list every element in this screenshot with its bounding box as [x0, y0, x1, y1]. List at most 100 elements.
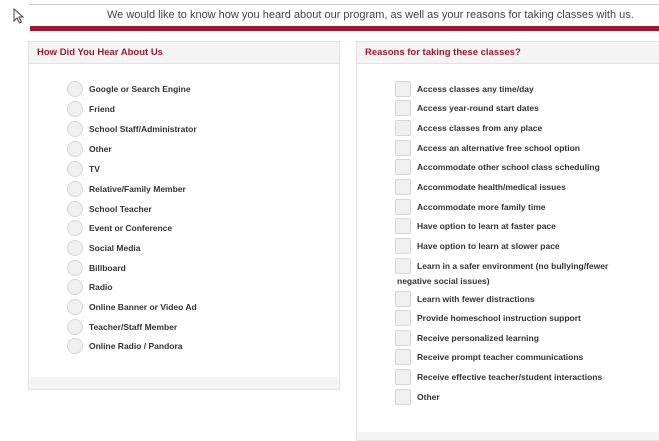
checkbox[interactable]: [395, 291, 411, 307]
radio-label: Relative/Family Member: [89, 184, 186, 194]
radio-button[interactable]: [67, 240, 83, 256]
radio-button[interactable]: [67, 260, 83, 276]
radio-option[interactable]: TV: [67, 160, 100, 178]
checkbox[interactable]: [395, 81, 411, 97]
radio-label: Social Media: [89, 243, 141, 253]
reasons-title: Reasons for taking these classes?: [357, 42, 659, 64]
radio-label: School Teacher: [89, 204, 152, 214]
radio-option[interactable]: Online Banner or Video Ad: [67, 298, 197, 316]
reasons-panel: Reasons for taking these classes? Access…: [356, 41, 659, 441]
checkbox-label: Accommodate other school class schedulin…: [417, 162, 600, 172]
checkbox-option[interactable]: Learn with fewer distractions: [395, 290, 535, 308]
radio-label: Other: [89, 144, 112, 154]
hear-about-us-footer: [29, 377, 339, 389]
checkbox-label: Receive effective teacher/student intera…: [417, 372, 603, 382]
checkbox-label: Have option to learn at faster pace: [417, 221, 556, 231]
checkbox-label: Access classes any time/day: [417, 84, 534, 94]
hear-about-us-panel: How Did You Hear About Us Google or Sear…: [28, 41, 340, 390]
checkbox[interactable]: [395, 140, 411, 156]
radio-label: TV: [89, 164, 100, 174]
checkbox-option[interactable]: Accommodate health/medical issues: [395, 178, 566, 196]
radio-option[interactable]: Event or Conference: [67, 219, 172, 237]
checkbox-option[interactable]: Receive personalized learning: [395, 329, 539, 347]
checkbox-option[interactable]: Accommodate more family time: [395, 198, 545, 216]
radio-option[interactable]: Social Media: [67, 239, 141, 257]
checkbox-label: Accommodate health/medical issues: [417, 182, 566, 192]
checkbox-option[interactable]: Provide homeschool instruction support: [395, 309, 581, 327]
radio-label: Billboard: [89, 263, 126, 273]
radio-option[interactable]: Friend: [67, 100, 115, 118]
radio-label: Event or Conference: [89, 223, 173, 233]
radio-button[interactable]: [67, 299, 83, 315]
radio-option[interactable]: School Teacher: [67, 200, 152, 218]
radio-option[interactable]: Radio: [67, 278, 113, 296]
reasons-body: Access classes any time/day Access year-…: [357, 64, 659, 434]
checkbox[interactable]: [395, 179, 411, 195]
checkbox-label: Other: [417, 392, 440, 402]
checkbox[interactable]: [395, 389, 411, 405]
radio-option[interactable]: Other: [67, 140, 112, 158]
radio-option[interactable]: Billboard: [67, 259, 126, 277]
radio-button[interactable]: [67, 220, 83, 236]
checkbox[interactable]: [395, 369, 411, 385]
radio-button[interactable]: [67, 201, 83, 217]
checkbox-label: Provide homeschool instruction support: [417, 313, 581, 323]
checkbox-option[interactable]: Receive prompt teacher communications: [395, 348, 583, 366]
checkbox-label: Accommodate more family time: [417, 202, 546, 212]
checkbox-label-continuation: negative social issues): [397, 276, 490, 286]
radio-button[interactable]: [67, 101, 83, 117]
mouse-cursor-icon: [13, 8, 25, 24]
checkbox[interactable]: [395, 218, 411, 234]
radio-label: Teacher/Staff Member: [89, 322, 178, 332]
radio-button[interactable]: [67, 161, 83, 177]
checkbox-option[interactable]: Accommodate other school class schedulin…: [395, 158, 600, 176]
checkbox-option[interactable]: Access classes from any place: [395, 119, 542, 137]
checkbox[interactable]: [395, 330, 411, 346]
radio-label: Online Banner or Video Ad: [89, 302, 197, 312]
checkbox-label: Access year-round start dates: [417, 103, 539, 113]
accent-bar: [30, 26, 659, 31]
checkbox-label: Receive prompt teacher communications: [417, 352, 584, 362]
top-divider: [30, 4, 659, 5]
checkbox-label: Access an alternative free school option: [417, 143, 580, 153]
radio-button[interactable]: [67, 121, 83, 137]
radio-button[interactable]: [67, 141, 83, 157]
checkbox-option[interactable]: Have option to learn at slower pace: [395, 237, 560, 255]
checkbox[interactable]: [395, 100, 411, 116]
radio-button[interactable]: [67, 81, 83, 97]
checkbox[interactable]: [395, 159, 411, 175]
checkbox-option[interactable]: Access year-round start dates: [395, 99, 539, 117]
checkbox[interactable]: [395, 310, 411, 326]
radio-label: School Staff/Administrator: [89, 124, 197, 134]
checkbox-label: Learn in a safer environment (no bullyin…: [417, 261, 609, 271]
checkbox[interactable]: [395, 120, 411, 136]
checkbox-option[interactable]: Learn in a safer environment (no bullyin…: [395, 257, 608, 275]
radio-button[interactable]: [67, 319, 83, 335]
radio-label: Google or Search Engine: [89, 84, 191, 94]
radio-button[interactable]: [67, 279, 83, 295]
checkbox-label: Have option to learn at slower pace: [417, 241, 560, 251]
hear-about-us-title: How Did You Hear About Us: [29, 42, 339, 64]
checkbox-label: Receive personalized learning: [417, 333, 539, 343]
checkbox-label: Learn with fewer distractions: [417, 294, 535, 304]
checkbox-option[interactable]: Receive effective teacher/student intera…: [395, 368, 602, 386]
checkbox-option[interactable]: Access an alternative free school option: [395, 139, 580, 157]
radio-label: Radio: [89, 282, 113, 292]
checkbox-option[interactable]: Access classes any time/day: [395, 80, 534, 98]
radio-option[interactable]: Google or Search Engine: [67, 80, 191, 98]
radio-option[interactable]: School Staff/Administrator: [67, 120, 197, 138]
checkbox-option[interactable]: Other: [395, 388, 440, 406]
radio-label: Online Radio / Pandora: [89, 341, 183, 351]
checkbox-label: Access classes from any place: [417, 123, 543, 133]
radio-option[interactable]: Relative/Family Member: [67, 180, 186, 198]
checkbox[interactable]: [395, 238, 411, 254]
checkbox[interactable]: [395, 258, 411, 274]
intro-text: We would like to know how you heard abou…: [107, 9, 634, 21]
checkbox[interactable]: [395, 199, 411, 215]
checkbox-option[interactable]: Have option to learn at faster pace: [395, 217, 556, 235]
checkbox[interactable]: [395, 349, 411, 365]
radio-option[interactable]: Teacher/Staff Member: [67, 318, 177, 336]
radio-button[interactable]: [67, 181, 83, 197]
radio-option[interactable]: Online Radio / Pandora: [67, 337, 183, 355]
radio-button[interactable]: [67, 338, 83, 354]
